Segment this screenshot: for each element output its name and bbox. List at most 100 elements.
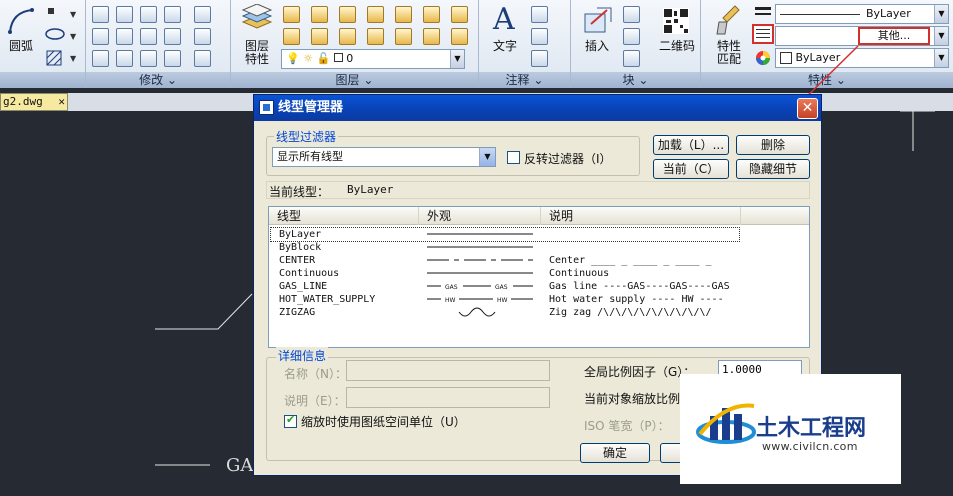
list-item[interactable]: Continuous Continuous [271, 267, 739, 280]
layers-panel-title[interactable]: 图层 ⌄ [231, 72, 478, 88]
column-header-description[interactable]: 说明 [541, 207, 741, 225]
invert-filter-checkbox[interactable] [507, 151, 520, 164]
block-panel-title[interactable]: 块 ⌄ [571, 72, 700, 88]
layer-dropdown[interactable]: 💡 ☼ 🔓 0 ▼ [281, 49, 465, 69]
close-button[interactable]: ✕ [797, 98, 818, 119]
chevron-down-icon[interactable]: ▼ [934, 5, 948, 23]
array-icon[interactable] [164, 6, 181, 23]
align-icon[interactable] [194, 50, 211, 67]
document-tab-label: g2.dwg [3, 95, 43, 108]
layer-tool-icon[interactable] [283, 6, 300, 23]
layer-tool-icon[interactable] [367, 6, 384, 23]
list-item[interactable]: ZIGZAG Zig zag /\/\/\/\/\/\/\/\/\/ [271, 306, 739, 319]
global-scale-label: 全局比例因子（G）： [584, 365, 696, 379]
create-block-icon[interactable] [623, 6, 640, 23]
lineweight-icon [755, 13, 771, 15]
offset-icon[interactable] [92, 28, 109, 45]
stretch-icon[interactable] [194, 28, 211, 45]
leader-icon[interactable] [531, 28, 548, 45]
column-header-linetype[interactable]: 线型 [269, 207, 419, 225]
list-item[interactable]: GAS_LINE GAS GAS Gas line ----GAS----GAS… [271, 280, 739, 293]
annotation-panel-title[interactable]: 注释 ⌄ [479, 72, 570, 88]
layer-tool-icon[interactable] [311, 6, 328, 23]
text-label: 文字 [492, 39, 517, 53]
match-properties-icon[interactable] [715, 4, 741, 36]
draw-panel: 圆弧 ▼ ▼ ▼ [0, 0, 86, 88]
watermark-brand: 土木工程网 [756, 416, 867, 441]
hide-details-button[interactable]: 隐藏细节（D） [736, 159, 810, 194]
list-item[interactable]: ByLayer [270, 227, 740, 242]
linetype-list-header: 线型 外观 说明 [269, 207, 809, 225]
layer-tool-icon[interactable] [423, 28, 440, 45]
arc-icon[interactable] [6, 6, 36, 36]
chevron-down-icon[interactable]: ▼ [70, 54, 76, 63]
move-icon[interactable] [92, 50, 109, 67]
name-field[interactable] [346, 360, 550, 381]
chevron-down-icon[interactable]: ▼ [450, 50, 464, 68]
list-item[interactable]: CENTER Center ____ _ ____ _ ____ _ [271, 254, 739, 267]
fillet-icon[interactable] [116, 28, 133, 45]
modify-panel-title[interactable]: 修改 ⌄ [86, 72, 230, 88]
document-tab[interactable]: g2.dwg ✕ [0, 93, 68, 111]
list-item[interactable]: HOT_WATER_SUPPLY HW HW Hot water supply … [271, 293, 739, 306]
layer-tool-icon[interactable] [451, 28, 468, 45]
layer-tool-icon[interactable] [395, 6, 412, 23]
delete-button[interactable]: 删除 [736, 135, 810, 155]
layer-tool-icon[interactable] [283, 28, 300, 45]
chevron-down-icon[interactable]: ▼ [70, 32, 76, 41]
list-item[interactable]: ByBlock [271, 241, 739, 254]
invert-filter-label: 反转过滤器（I） [524, 152, 612, 166]
qrcode-icon[interactable] [663, 8, 689, 34]
scale-icon[interactable] [140, 50, 157, 67]
app-icon [259, 100, 274, 115]
attribute-icon[interactable] [623, 50, 640, 67]
insert-block-icon[interactable] [583, 6, 613, 34]
chevron-down-icon[interactable]: ▼ [70, 10, 76, 19]
current-button[interactable]: 当前（C） [653, 159, 729, 179]
chevron-down-icon[interactable]: ▼ [934, 27, 948, 45]
layer-properties-icon[interactable] [241, 4, 273, 32]
lock-icon: 🔓 [316, 52, 331, 65]
ellipse-icon[interactable] [44, 27, 66, 41]
table-icon[interactable] [531, 6, 548, 23]
ok-button[interactable]: 确定 [580, 443, 650, 463]
column-header-appearance[interactable]: 外观 [419, 207, 541, 225]
linetype-preview [427, 233, 533, 235]
explode-icon[interactable] [194, 6, 211, 23]
hatch-icon[interactable] [46, 50, 62, 66]
filter-dropdown[interactable]: 显示所有线型 ▼ [272, 147, 496, 167]
extend-icon[interactable] [164, 50, 181, 67]
linetype-name: HOT_WATER_SUPPLY [279, 294, 376, 305]
draw-panel-title[interactable] [0, 72, 85, 88]
text-icon[interactable]: A [493, 2, 515, 37]
load-button[interactable]: 加载（L）... [653, 135, 729, 155]
chevron-down-icon[interactable]: ▼ [934, 49, 948, 67]
edit-block-icon[interactable] [623, 28, 640, 45]
chevron-down-icon[interactable]: ▼ [479, 148, 495, 166]
layer-tool-icon[interactable] [311, 28, 328, 45]
linetype-description: Continuous [549, 268, 610, 279]
layer-tool-icon[interactable] [451, 6, 468, 23]
current-linetype-bar: 当前线型： ByLayer [266, 181, 810, 199]
mirror-icon[interactable] [140, 6, 157, 23]
layer-tool-icon[interactable] [423, 6, 440, 23]
current-linetype-value: ByLayer [347, 183, 394, 196]
layer-tool-icon[interactable] [339, 28, 356, 45]
rotate-icon[interactable] [116, 50, 133, 67]
erase-icon[interactable] [92, 6, 109, 23]
close-icon[interactable]: ✕ [58, 94, 65, 110]
paper-space-units-checkbox[interactable] [284, 413, 297, 428]
layer-tool-icon[interactable] [395, 28, 412, 45]
svg-text:GAS: GAS [495, 284, 508, 291]
mirror-icon[interactable] [140, 28, 157, 45]
layer-tool-icon[interactable] [367, 28, 384, 45]
copy-icon[interactable] [116, 6, 133, 23]
dimension-icon[interactable] [531, 50, 548, 67]
point-icon[interactable] [48, 8, 54, 14]
trim-icon[interactable] [164, 28, 181, 45]
lineweight-dropdown[interactable]: ByLayer ▼ [775, 4, 949, 24]
layer-tool-icon[interactable] [339, 6, 356, 23]
description-field[interactable] [346, 387, 550, 408]
arc-label: 圆弧 [8, 39, 33, 53]
dialog-title-bar[interactable]: 线型管理器 [254, 95, 821, 121]
